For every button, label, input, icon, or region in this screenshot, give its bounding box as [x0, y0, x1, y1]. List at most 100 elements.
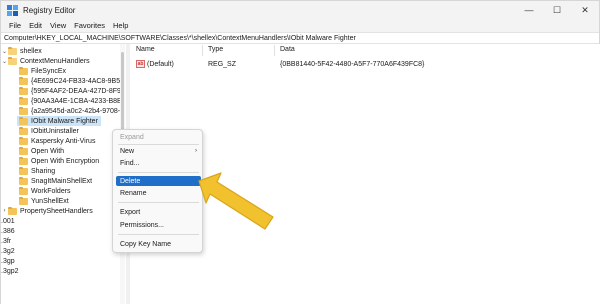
chevron-right-icon[interactable]: › — [1, 208, 8, 214]
registry-editor-icon — [7, 4, 18, 16]
menu-item-label: Copy Key Name — [120, 240, 171, 248]
tree-item[interactable]: Open With — [19, 146, 64, 156]
minimize-button[interactable]: — — [515, 1, 543, 19]
tree-item[interactable]: Open With Encryption — [19, 156, 99, 166]
tree-item-propertysheethandlers[interactable]: › PropertySheetHandlers — [1, 206, 93, 216]
folder-icon — [19, 196, 28, 205]
folder-open-icon — [8, 56, 17, 65]
window-controls: — ☐ ✕ — [515, 1, 599, 19]
tree-item-label: WorkFolders — [31, 187, 71, 195]
column-header-data[interactable]: Data — [280, 46, 295, 56]
folder-icon — [19, 106, 28, 115]
address-bar[interactable]: Computer\HKEY_LOCAL_MACHINE\SOFTWARE\Cla… — [1, 32, 599, 44]
menu-separator — [118, 234, 199, 235]
tree-item[interactable]: .386 — [1, 226, 15, 236]
menu-edit[interactable]: Edit — [25, 21, 46, 30]
menu-item-permissions[interactable]: Permissions... — [116, 220, 201, 230]
tree-item[interactable]: Kaspersky Anti-Virus — [19, 136, 95, 146]
tree-item-label: IObit Malware Fighter — [31, 117, 98, 125]
window-title: Registry Editor — [23, 5, 76, 15]
tree-item[interactable]: {90AA3A4E-1CBA-4233-B8B — [19, 96, 122, 106]
tree-item[interactable]: .3gp2 — [1, 266, 19, 276]
menu-item-label: Export — [120, 208, 141, 216]
menu-item-export[interactable]: Export — [116, 207, 201, 217]
menu-item-label: New — [120, 147, 135, 155]
menu-separator — [118, 172, 199, 173]
column-header-type[interactable]: Type — [208, 46, 223, 56]
folder-icon — [19, 66, 28, 75]
tree-item[interactable]: .3gp — [1, 256, 15, 266]
tree-item-label: PropertySheetHandlers — [20, 207, 93, 215]
tree-item-label: .3gp — [1, 257, 15, 265]
menu-item-rename[interactable]: Rename — [116, 188, 201, 198]
menu-item-label: Permissions... — [120, 221, 164, 229]
value-row[interactable]: ab (Default) — [136, 59, 174, 69]
folder-icon — [19, 146, 28, 155]
folder-icon — [19, 96, 28, 105]
tree-item-label: shellex — [20, 47, 42, 55]
chevron-down-icon[interactable]: ⌄ — [1, 48, 8, 55]
context-menu: Expand New › Find... Delete Rename Expor… — [112, 129, 203, 253]
tree-item-label: Open With — [31, 147, 65, 155]
tree-item-iobit-malware-fighter[interactable]: IObit Malware Fighter — [17, 116, 101, 126]
tree-item-label: {90AA3A4E-1CBA-4233-B8B — [31, 97, 122, 105]
menu-item-label: Find... — [120, 159, 140, 167]
tree-item-label: SnagItMainShellExt — [31, 177, 93, 185]
tree-item-label: .3gp2 — [1, 267, 19, 275]
folder-icon — [19, 116, 28, 125]
menu-item-find[interactable]: Find... — [116, 158, 201, 168]
key-tree-pane: ⌄ shellex ⌄ ContextMenuHandlers FileSync… — [1, 44, 126, 304]
registry-editor-window: Registry Editor — ☐ ✕ File Edit View Fav… — [0, 0, 600, 304]
tree-item[interactable]: .3fr — [1, 236, 11, 246]
menu-separator — [118, 144, 199, 145]
tree-item[interactable]: .001 — [1, 216, 15, 226]
tree-item-contextmenuhandlers[interactable]: ⌄ ContextMenuHandlers — [1, 56, 90, 66]
column-divider[interactable] — [202, 45, 203, 56]
tree-item[interactable]: FileSyncEx — [19, 66, 66, 76]
tree-item-label: .3fr — [1, 237, 12, 245]
menu-item-label: Delete — [120, 177, 141, 185]
folder-icon — [19, 176, 28, 185]
tree-item-label: .386 — [1, 227, 15, 235]
menu-item-expand[interactable]: Expand — [116, 132, 201, 142]
column-header-name[interactable]: Name — [136, 46, 155, 56]
tree-item-label: .001 — [1, 217, 15, 225]
menu-separator — [118, 202, 199, 203]
menu-view[interactable]: View — [46, 21, 70, 30]
menu-help[interactable]: Help — [109, 21, 132, 30]
tree-item[interactable]: .3g2 — [1, 246, 15, 256]
tree-item[interactable]: IObitUninstaller — [19, 126, 79, 136]
pointer-arrow-icon — [198, 172, 274, 230]
menu-item-label: Rename — [120, 189, 147, 197]
menu-item-delete[interactable]: Delete — [116, 176, 201, 186]
menu-item-new[interactable]: New › — [116, 146, 201, 156]
tree-item[interactable]: {4E699C24-FB33-4AC8-9B53 — [19, 76, 124, 86]
folder-icon — [19, 156, 28, 165]
tree-item-shellex[interactable]: ⌄ shellex — [1, 46, 42, 56]
column-divider[interactable] — [274, 45, 275, 56]
tree-item[interactable]: YunShellExt — [19, 196, 69, 206]
tree-item[interactable]: {595F4AF2-DEAA-427D-8F93 — [19, 86, 125, 96]
tree-item[interactable]: {a2a9545d-a0c2-42b4-9708- — [19, 106, 120, 116]
menu-item-copy-key-name[interactable]: Copy Key Name — [116, 239, 201, 249]
tree-item[interactable]: Sharing — [19, 166, 55, 176]
value-type-cell: REG_SZ — [208, 59, 236, 69]
folder-icon — [19, 186, 28, 195]
close-button[interactable]: ✕ — [571, 1, 599, 19]
tree-item[interactable]: WorkFolders — [19, 186, 71, 196]
maximize-button[interactable]: ☐ — [543, 1, 571, 19]
chevron-down-icon[interactable]: ⌄ — [1, 58, 8, 65]
menu-favorites[interactable]: Favorites — [70, 21, 109, 30]
value-data-cell: {0BB81440-5F42-4480-A5F7-770A6F439FC8} — [280, 59, 424, 69]
folder-icon — [19, 86, 28, 95]
tree-item-label: {4E699C24-FB33-4AC8-9B53 — [31, 77, 125, 85]
tree-item-label: FileSyncEx — [31, 67, 67, 75]
tree-item-label: Sharing — [31, 167, 56, 175]
tree-item-label: YunShellExt — [31, 197, 69, 205]
tree-item[interactable]: SnagItMainShellExt — [19, 176, 92, 186]
string-value-icon: ab — [136, 60, 145, 68]
title-bar: Registry Editor — ☐ ✕ — [1, 1, 599, 19]
menu-file[interactable]: File — [5, 21, 25, 30]
folder-icon — [19, 166, 28, 175]
tree-item-label: ContextMenuHandlers — [20, 57, 90, 65]
